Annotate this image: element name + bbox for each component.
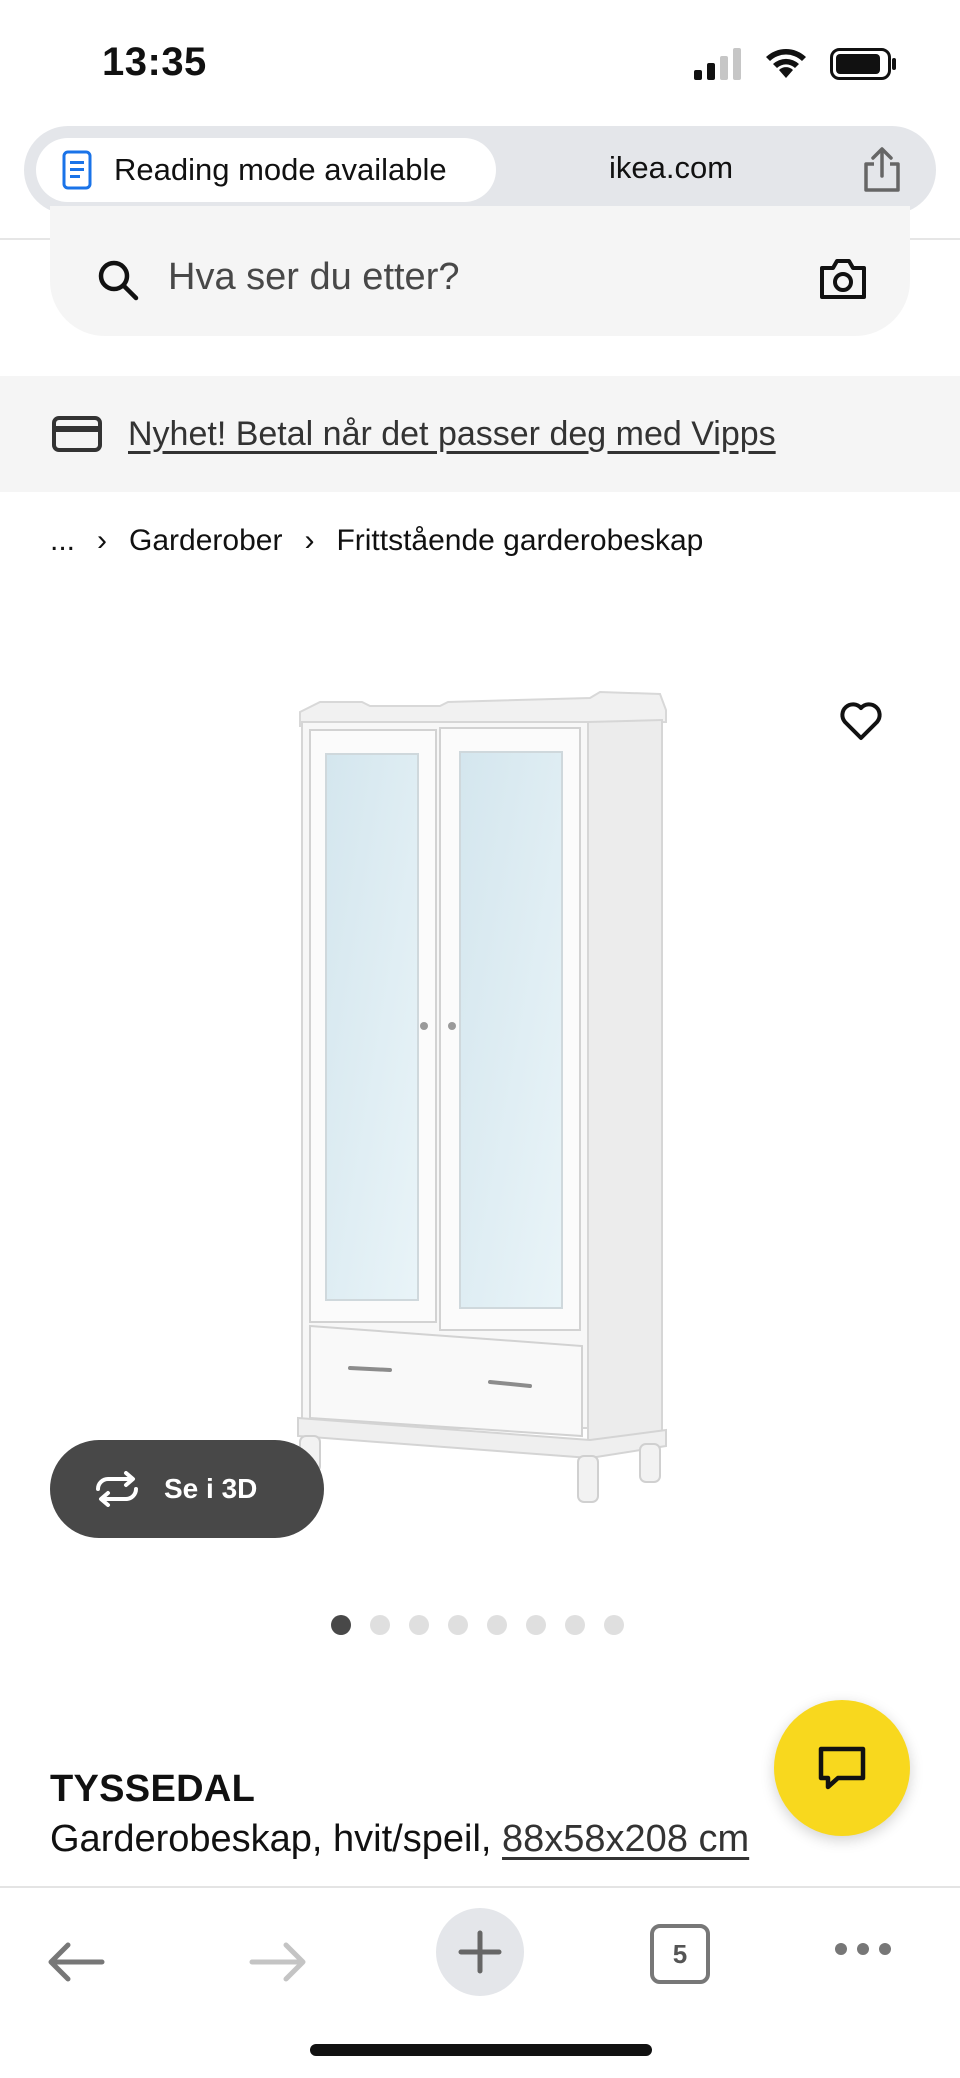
breadcrumb-item-frittstaende[interactable]: Frittstående garderobeskap bbox=[336, 524, 703, 558]
wardrobe-image bbox=[297, 690, 667, 1503]
status-time: 13:35 bbox=[102, 40, 207, 84]
status-bar: 13:35 bbox=[0, 0, 960, 120]
chat-icon bbox=[818, 1746, 866, 1790]
rotate-3d-icon bbox=[96, 1471, 138, 1507]
promo-link[interactable]: Nyhet! Betal når det passer deg med Vipp… bbox=[128, 415, 776, 454]
forward-arrow-icon[interactable] bbox=[248, 1940, 308, 1984]
card-icon bbox=[52, 416, 102, 452]
carousel-dot[interactable] bbox=[526, 1615, 546, 1635]
promo-banner[interactable]: Nyhet! Betal når det passer deg med Vipp… bbox=[0, 376, 960, 492]
search-input[interactable]: Hva ser du etter? bbox=[50, 206, 910, 336]
carousel-dot[interactable] bbox=[331, 1615, 351, 1635]
chat-button[interactable] bbox=[774, 1700, 910, 1836]
wifi-icon bbox=[766, 49, 806, 78]
view-in-3d-label: Se i 3D bbox=[164, 1473, 258, 1504]
search-placeholder: Hva ser du etter? bbox=[168, 256, 460, 298]
view-in-3d-button[interactable]: Se i 3D bbox=[50, 1440, 324, 1538]
heart-icon[interactable] bbox=[838, 700, 884, 742]
back-arrow-icon[interactable] bbox=[46, 1940, 106, 1984]
reading-mode-icon bbox=[62, 150, 92, 190]
status-icons bbox=[694, 46, 898, 82]
camera-icon[interactable] bbox=[818, 256, 868, 302]
chevron-right-icon: › bbox=[97, 524, 108, 557]
address-bar[interactable]: Reading mode available ikea.com bbox=[24, 126, 936, 214]
carousel-dot[interactable] bbox=[409, 1615, 429, 1635]
product-size-link[interactable]: 88x58x208 cm bbox=[502, 1818, 749, 1860]
carousel-dots[interactable] bbox=[331, 1615, 624, 1635]
more-icon[interactable] bbox=[834, 1942, 892, 1956]
address-domain[interactable]: ikea.com bbox=[609, 150, 733, 186]
carousel-dot[interactable] bbox=[604, 1615, 624, 1635]
carousel-dot[interactable] bbox=[487, 1615, 507, 1635]
breadcrumb-ellipsis[interactable]: ... bbox=[50, 524, 75, 558]
new-tab-button[interactable] bbox=[436, 1908, 524, 1996]
product-name: TYSSEDAL bbox=[50, 1768, 256, 1810]
carousel-dot[interactable] bbox=[565, 1615, 585, 1635]
product-description-text: Garderobeskap, hvit/speil, bbox=[50, 1818, 492, 1860]
breadcrumb: ... › Garderober › Frittstående garderob… bbox=[50, 524, 703, 558]
breadcrumb-item-garderober[interactable]: Garderober bbox=[129, 524, 282, 558]
tab-count: 5 bbox=[672, 1938, 688, 1969]
plus-icon bbox=[458, 1930, 502, 1974]
reading-mode-pill[interactable]: Reading mode available bbox=[36, 138, 496, 202]
carousel-dot[interactable] bbox=[448, 1615, 468, 1635]
carousel-dot[interactable] bbox=[370, 1615, 390, 1635]
battery-icon bbox=[830, 48, 896, 80]
signal-icon bbox=[694, 48, 741, 80]
home-indicator bbox=[310, 2044, 652, 2056]
reading-mode-label: Reading mode available bbox=[114, 152, 447, 187]
share-icon[interactable] bbox=[860, 146, 904, 194]
chevron-right-icon: › bbox=[304, 524, 315, 557]
search-icon bbox=[98, 260, 139, 301]
tabs-icon[interactable]: 5 bbox=[650, 1924, 710, 1984]
product-image[interactable] bbox=[0, 636, 960, 1536]
product-description: Garderobeskap, hvit/speil, 88x58x208 cm bbox=[50, 1818, 749, 1861]
